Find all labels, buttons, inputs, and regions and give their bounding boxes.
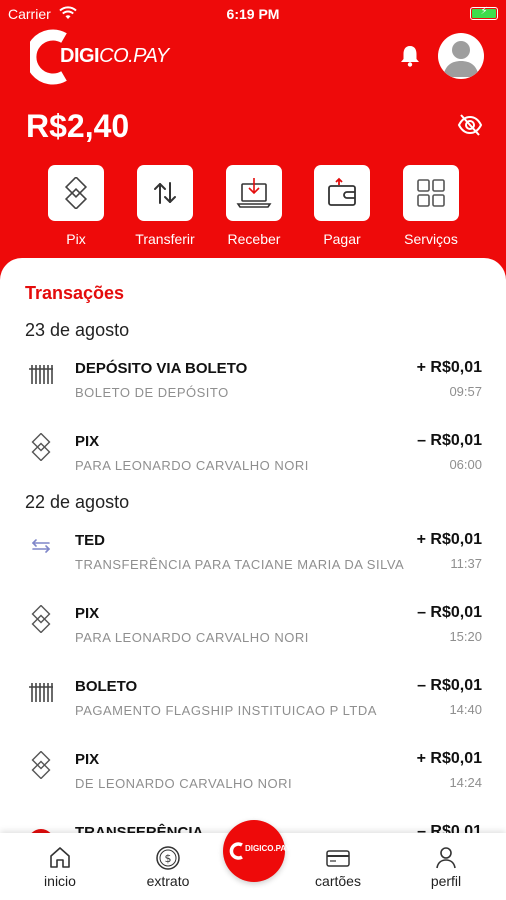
bell-icon[interactable] <box>399 44 421 68</box>
action-label: Pagar <box>323 231 361 247</box>
pix-icon <box>31 751 51 779</box>
transaction-time: 14:24 <box>449 775 482 790</box>
status-bar: Carrier 6:19 PM ⚡ <box>0 4 506 24</box>
transaction-time: 06:00 <box>449 457 482 472</box>
user-avatar-icon <box>443 41 479 77</box>
home-icon <box>50 847 70 868</box>
transaction-time: 14:40 <box>449 702 482 717</box>
transaction-row[interactable]: TED TRANSFERÊNCIA PARA TACIANE MARIA DA … <box>0 531 506 592</box>
balance-amount: R$2,40 <box>26 108 130 144</box>
transaction-time: 11:37 <box>450 556 482 571</box>
transaction-title: PIX <box>75 433 100 450</box>
action-receber[interactable]: Receber <box>214 165 294 247</box>
transaction-row[interactable]: DEPÓSITO VIA BOLETO BOLETO DE DEPÓSITO +… <box>0 359 506 420</box>
action-pix[interactable]: Pix <box>36 165 116 247</box>
transaction-amount: + R$0,01 <box>416 531 482 548</box>
wallet-icon <box>328 177 356 206</box>
transactions-panel: Transações 23 de agosto DEPÓSITO VIA BOL… <box>0 258 506 858</box>
transaction-subtitle: DE LEONARDO CARVALHO NORI <box>75 776 293 791</box>
fab-label: DIGICO.PAY <box>245 844 291 853</box>
svg-text:$: $ <box>165 852 172 865</box>
digico-logo: DIGICO.PAY <box>30 28 170 86</box>
transaction-amount: + R$0,01 <box>416 750 482 767</box>
dollar-circle-icon: $ <box>156 846 180 870</box>
action-servicos[interactable]: Serviços <box>391 165 471 247</box>
action-transferir[interactable]: Transferir <box>125 165 205 247</box>
barcode-icon <box>29 683 53 702</box>
pix-icon <box>31 433 51 461</box>
header: Carrier 6:19 PM ⚡ DIGICO.PAY R$2,40 Pix … <box>0 0 506 300</box>
transaction-time: 15:20 <box>449 629 482 644</box>
battery-icon: ⚡ <box>470 6 498 20</box>
transaction-row[interactable]: BOLETO PAGAMENTO FLAGSHIP INSTITUICAO P … <box>0 677 506 738</box>
tab-extrato[interactable]: $ extrato <box>128 845 208 889</box>
logo-text: DIGICO.PAY <box>60 45 169 67</box>
transaction-subtitle: PAGAMENTO FLAGSHIP INSTITUICAO P LTDA <box>75 703 377 718</box>
transaction-title: BOLETO <box>75 678 138 695</box>
action-pagar[interactable]: Pagar <box>302 165 382 247</box>
status-time: 6:19 PM <box>226 6 280 22</box>
transaction-subtitle: PARA LEONARDO CARVALHO NORI <box>75 630 309 645</box>
transaction-row[interactable]: PIX PARA LEONARDO CARVALHO NORI – R$0,01… <box>0 604 506 665</box>
date-header: 23 de agosto <box>25 320 130 340</box>
transaction-title: PIX <box>75 605 100 622</box>
card-icon <box>326 850 350 867</box>
transaction-time: 09:57 <box>449 384 482 399</box>
action-label: Transferir <box>135 231 195 247</box>
tab-cartoes[interactable]: cartões <box>298 845 378 889</box>
transactions-title: Transações <box>25 283 125 303</box>
receive-laptop-icon <box>236 178 272 208</box>
transaction-title: PIX <box>75 751 100 768</box>
transaction-amount: – R$0,01 <box>417 604 482 621</box>
transfer-arrows-icon <box>154 182 176 204</box>
barcode-icon <box>29 365 53 384</box>
transaction-amount: – R$0,01 <box>417 432 482 449</box>
person-icon <box>436 847 456 869</box>
transaction-subtitle: PARA LEONARDO CARVALHO NORI <box>75 458 309 473</box>
avatar[interactable] <box>438 33 484 79</box>
tab-inicio[interactable]: inicio <box>20 845 100 889</box>
date-header: 22 de agosto <box>25 492 130 512</box>
center-fab-button[interactable]: DIGICO.PAY <box>223 820 291 882</box>
eye-slash-icon[interactable] <box>457 113 483 137</box>
action-label: Pix <box>66 231 86 247</box>
transaction-row[interactable]: PIX PARA LEONARDO CARVALHO NORI – R$0,01… <box>0 432 506 493</box>
transaction-subtitle: TRANSFERÊNCIA PARA TACIANE MARIA DA SILV… <box>75 557 405 572</box>
transaction-row[interactable]: PIX DE LEONARDO CARVALHO NORI + R$0,01 1… <box>0 750 506 811</box>
action-label: Serviços <box>404 231 458 247</box>
quick-actions: Pix Transferir Receber Pagar Serviços <box>0 165 506 250</box>
tab-label: cartões <box>315 873 361 889</box>
transaction-amount: – R$0,01 <box>417 677 482 694</box>
action-label: Receber <box>227 231 281 247</box>
pix-icon <box>64 177 88 209</box>
transaction-amount: + R$0,01 <box>416 359 482 376</box>
transaction-title: DEPÓSITO VIA BOLETO <box>75 360 248 377</box>
transfer-icon <box>31 539 51 553</box>
grid-icon <box>417 179 445 207</box>
transaction-title: TED <box>75 532 105 549</box>
tab-label: extrato <box>146 873 190 889</box>
transaction-subtitle: BOLETO DE DEPÓSITO <box>75 385 229 400</box>
tab-perfil[interactable]: perfil <box>406 845 486 889</box>
tab-label: perfil <box>430 873 462 889</box>
pix-icon <box>31 605 51 633</box>
tab-label: inicio <box>44 873 76 889</box>
